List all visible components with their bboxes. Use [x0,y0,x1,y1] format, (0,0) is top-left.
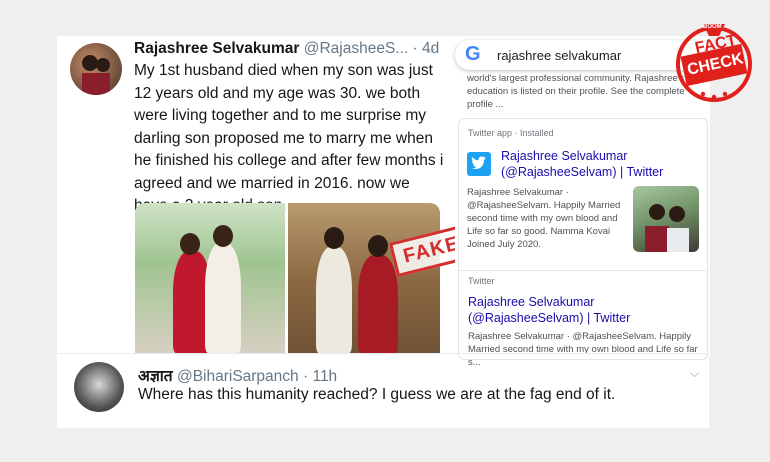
result-title-2[interactable]: Rajashree Selvakumar (@RajasheeSelvam) |… [468,294,700,326]
tweet-header: Rajashree Selvakumar @RajasheeS... · 4d [134,40,439,58]
google-g-icon: G [465,43,481,65]
tweet-header: अज्ञात @BihariSarpanch · 11h [138,364,337,386]
chevron-down-icon[interactable]: ⌵ [690,366,699,381]
tweet-text: My 1st husband died when my son was just… [134,62,444,214]
author-handle[interactable]: @RajasheeS... [304,40,408,57]
tweet-photo-left[interactable] [135,203,285,353]
badge-top: BOOM [703,24,722,30]
tweet-dot: · [302,368,309,385]
divider [458,270,706,271]
tweet-dot: · [412,40,418,57]
tweet-time[interactable]: 11h [312,368,337,385]
tweet-separator [57,353,709,354]
search-query[interactable]: rajashree selvakumar [497,48,621,63]
avatar[interactable] [74,362,124,412]
result-desc-2: Rajashree Selvakumar · @RajasheeSelvam. … [468,331,698,368]
result-source-2: Twitter [468,276,495,286]
tweet-photo-right[interactable] [288,203,440,353]
result-thumbnail[interactable] [633,186,699,252]
result-desc-1: Rajashree Selvakumar · @RajasheeSelvam. … [467,187,621,250]
result-snippet-top: world's largest professional community. … [467,73,685,110]
author-handle[interactable]: @BihariSarpanch [177,368,299,385]
avatar[interactable] [70,43,122,95]
author-name[interactable]: Rajashree Selvakumar [134,40,299,57]
fact-check-badge: BOOM FACT CHECK [673,14,755,106]
twitter-bird-icon [467,152,491,176]
tweet-text: Where has this humanity reached? I guess… [138,386,616,403]
result-title-1[interactable]: Rajashree Selvakumar (@RajasheeSelvam) |… [501,148,681,180]
app-installed-label: Twitter app · Installed [468,128,554,138]
chevron-down-icon[interactable]: ⌵ [426,42,435,57]
author-name[interactable]: अज्ञात [138,368,173,385]
